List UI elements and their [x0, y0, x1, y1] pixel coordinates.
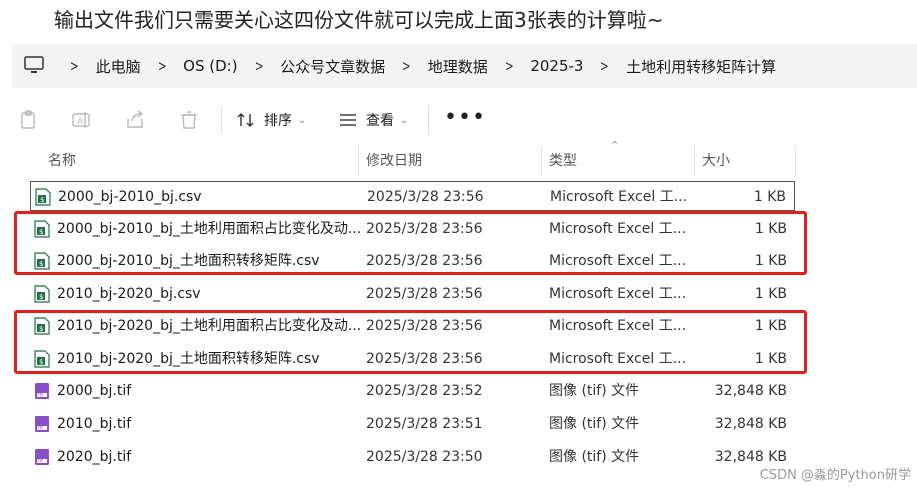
sort-icon	[237, 113, 254, 127]
breadcrumb-item-geo-data[interactable]: 地理数据	[417, 56, 499, 77]
breadcrumb: > 此电脑 > OS (D:) > 公众号文章数据 > 地理数据 > 2025-…	[64, 44, 787, 88]
view-icon	[340, 114, 356, 126]
svg-text:A: A	[77, 117, 84, 127]
file-name: 2010_bj-2020_bj.csv	[57, 286, 201, 302]
file-row[interactable]: TIF 2010_bj.tif 2025/3/28 23:51 图像 (tif)…	[30, 409, 795, 439]
watermark: CSDN @淼的Python研学	[759, 468, 911, 483]
svg-text:TIF: TIF	[36, 393, 44, 398]
column-header-modified[interactable]: 修改日期	[366, 146, 422, 176]
file-type: 图像 (tif) 文件	[549, 383, 640, 399]
csv-file-icon: $	[34, 285, 50, 303]
more-options-button[interactable]: •••	[444, 106, 486, 130]
breadcrumb-item-os-drive[interactable]: OS (D:)	[172, 57, 248, 75]
svg-text:$: $	[39, 293, 43, 301]
file-type: Microsoft Excel 工...	[550, 189, 688, 205]
highlight-box	[14, 211, 807, 275]
file-row[interactable]: TIF 2020_bj.tif 2025/3/28 23:50 图像 (tif)…	[30, 442, 795, 472]
column-divider[interactable]	[358, 146, 359, 176]
tif-file-icon: TIF	[35, 416, 49, 432]
column-header-size[interactable]: 大小	[702, 146, 730, 176]
address-bar[interactable]: > 此电脑 > OS (D:) > 公众号文章数据 > 地理数据 > 2025-…	[12, 44, 917, 88]
toolbar-divider	[221, 106, 222, 134]
view-button[interactable]: 查看 ⌄	[338, 96, 408, 144]
csv-file-icon: $	[35, 188, 51, 206]
tif-file-icon: TIF	[35, 383, 49, 399]
chevron-right-icon[interactable]: >	[598, 57, 612, 75]
chevron-down-icon: ⌄	[400, 114, 409, 126]
file-size: 32,848 KB	[714, 383, 787, 399]
chevron-right-icon[interactable]: >	[67, 57, 81, 75]
chevron-right-icon[interactable]: >	[502, 57, 516, 75]
caption-text: 输出文件我们只需要关心这四份文件就可以完成上面3张表的计算啦~	[54, 8, 664, 32]
column-divider[interactable]	[795, 146, 796, 176]
sort-button[interactable]: 排序 ⌄	[236, 96, 306, 144]
column-header-name[interactable]: 名称	[48, 146, 76, 176]
highlight-box	[14, 310, 807, 374]
file-type: 图像 (tif) 文件	[549, 449, 640, 465]
file-row[interactable]: $ 2000_bj-2010_bj.csv 2025/3/28 23:56 Mi…	[30, 181, 795, 211]
sort-ascending-icon: ⌃	[610, 139, 620, 152]
file-date: 2025/3/28 23:52	[366, 383, 483, 399]
column-header-type[interactable]: 类型	[549, 146, 577, 176]
file-size: 1 KB	[753, 189, 786, 205]
chevron-right-icon[interactable]: >	[252, 57, 266, 75]
file-date: 2025/3/28 23:56	[367, 189, 484, 205]
breadcrumb-item-current-folder[interactable]: 土地利用转移矩阵计算	[615, 56, 787, 77]
paste-icon[interactable]	[18, 109, 40, 131]
svg-text:$: $	[40, 196, 44, 204]
chevron-right-icon[interactable]: >	[155, 57, 169, 75]
chevron-right-icon[interactable]: >	[399, 57, 413, 75]
breadcrumb-item-this-pc[interactable]: 此电脑	[85, 56, 152, 77]
command-bar: A 排序 ⌄ 查看 ⌄ •••	[12, 96, 917, 144]
column-header-row: 名称 修改日期 类型 大小	[12, 146, 802, 176]
toolbar-divider	[428, 106, 429, 134]
column-divider[interactable]	[694, 146, 695, 176]
tif-file-icon: TIF	[35, 449, 49, 465]
file-date: 2025/3/28 23:56	[366, 286, 483, 302]
sort-label: 排序	[264, 113, 292, 129]
file-date: 2025/3/28 23:51	[366, 416, 483, 432]
this-pc-icon[interactable]	[23, 55, 45, 75]
chevron-down-icon: ⌄	[298, 114, 307, 126]
file-size: 32,848 KB	[714, 416, 787, 432]
file-date: 2025/3/28 23:50	[366, 449, 483, 465]
file-size: 1 KB	[754, 286, 787, 302]
file-name: 2000_bj.tif	[57, 383, 132, 399]
breadcrumb-item-2025-3[interactable]: 2025-3	[519, 57, 594, 75]
column-divider[interactable]	[541, 146, 542, 176]
file-name: 2000_bj-2010_bj.csv	[58, 189, 202, 205]
svg-text:TIF: TIF	[36, 459, 44, 464]
breadcrumb-item-articles-data[interactable]: 公众号文章数据	[269, 56, 396, 77]
rename-icon[interactable]: A	[70, 109, 92, 131]
svg-text:TIF: TIF	[36, 426, 44, 431]
delete-icon[interactable]	[178, 109, 200, 131]
file-row[interactable]: $ 2010_bj-2020_bj.csv 2025/3/28 23:56 Mi…	[30, 279, 795, 309]
view-label: 查看	[366, 113, 394, 129]
file-type: Microsoft Excel 工...	[549, 286, 687, 302]
file-name: 2020_bj.tif	[57, 449, 132, 465]
file-name: 2010_bj.tif	[57, 416, 132, 432]
share-icon[interactable]	[124, 109, 146, 131]
file-type: 图像 (tif) 文件	[549, 416, 640, 432]
file-row[interactable]: TIF 2000_bj.tif 2025/3/28 23:52 图像 (tif)…	[30, 376, 795, 406]
